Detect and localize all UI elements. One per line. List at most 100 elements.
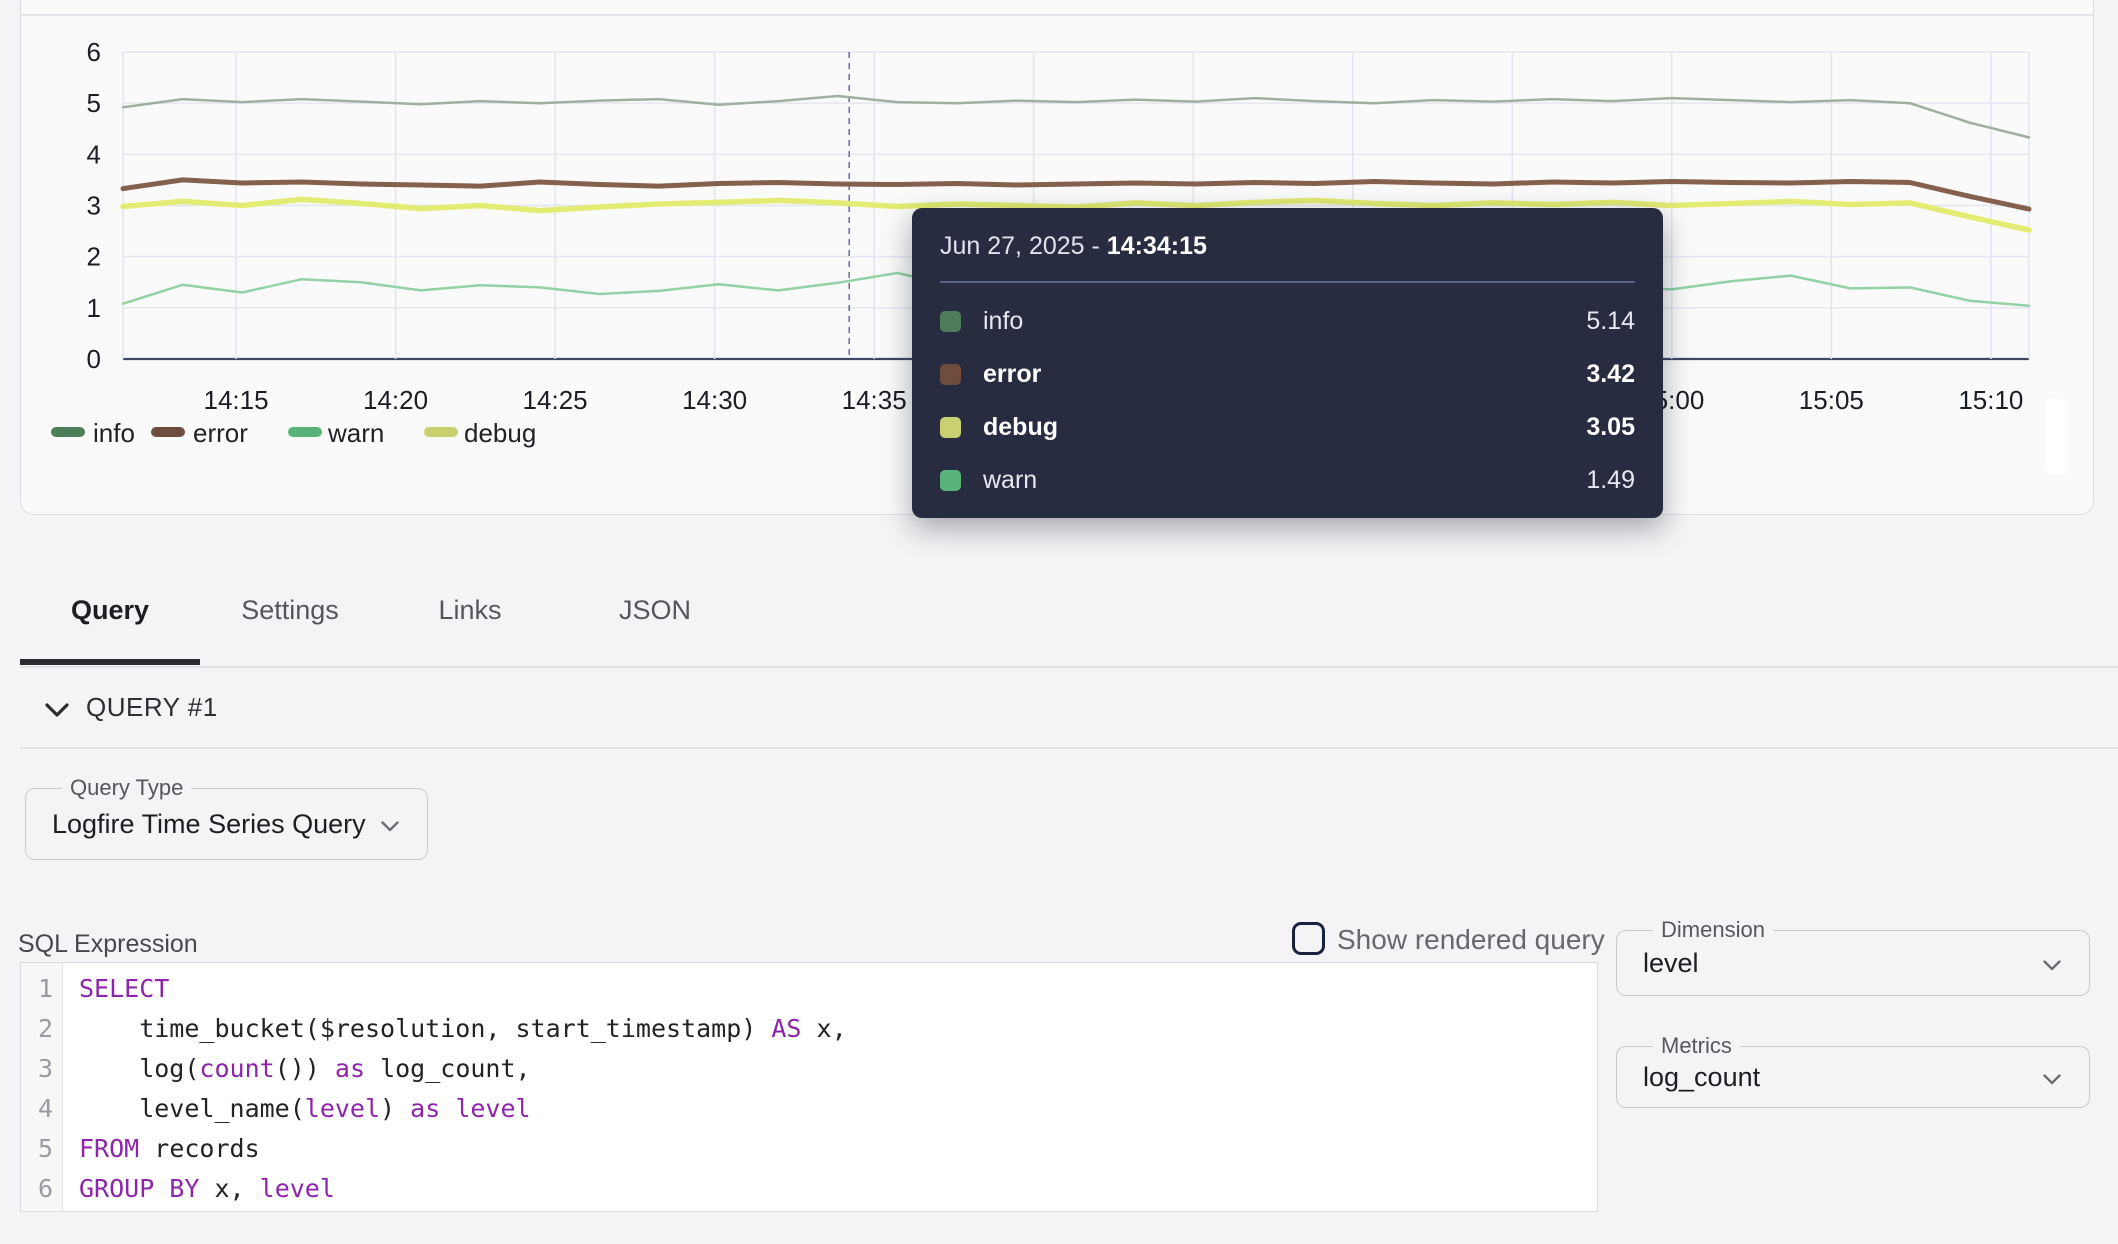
query-section-title: QUERY #1 (86, 692, 218, 723)
show-rendered-query-checkbox[interactable] (1292, 922, 1325, 955)
editor-code: SELECT time_bucket($resolution, start_ti… (63, 963, 1597, 1211)
legend-item-info[interactable]: info (51, 418, 135, 448)
tooltip-series-value: 3.42 (1586, 360, 1635, 389)
code-line: GROUP BY x, level (79, 1169, 1597, 1209)
sql-text: x, (801, 1014, 846, 1043)
line-number: 2 (21, 1009, 62, 1049)
tooltip-series-value: 1.49 (1586, 466, 1635, 495)
chevron-down-icon (381, 819, 399, 837)
y-tick-label: 6 (87, 37, 101, 67)
code-line: SELECT (79, 969, 1597, 1009)
sql-keyword: SELECT (79, 974, 169, 1003)
sql-keyword: as (335, 1054, 365, 1083)
code-line: log(count()) as log_count, (79, 1049, 1597, 1089)
chevron-down-icon (2043, 1072, 2061, 1090)
legend-item-debug[interactable]: debug (424, 418, 536, 448)
sql-text: ()) (275, 1054, 335, 1083)
series-swatch-icon (940, 470, 961, 491)
y-tick-label: 1 (87, 293, 101, 323)
sql-text: level_name( (79, 1094, 305, 1123)
metrics-select[interactable]: Metrics log_count (1616, 1046, 2090, 1108)
legend-swatch-icon (51, 427, 85, 437)
sql-code-editor[interactable]: 123456 SELECT time_bucket($resolution, s… (20, 962, 1598, 1212)
chart-tooltip: Jun 27, 2025 - 14:34:15 info5.14error3.4… (912, 208, 1663, 518)
sql-text: log( (79, 1054, 199, 1083)
x-tick-label: 14:30 (682, 385, 747, 415)
x-tick-label: 14:35 (842, 385, 907, 415)
tab-settings[interactable]: Settings (200, 580, 380, 640)
legend-label: error (193, 418, 248, 448)
sql-keyword: as (410, 1094, 440, 1123)
line-number: 6 (21, 1169, 62, 1209)
sql-text (440, 1094, 455, 1123)
editor-line-numbers: 123456 (21, 963, 63, 1211)
sql-keyword: AS (771, 1014, 801, 1043)
legend-swatch-icon (288, 427, 322, 437)
legend-swatch-icon (151, 427, 185, 437)
line-number: 4 (21, 1089, 62, 1129)
sql-keyword: count (199, 1054, 274, 1083)
code-line: FROM records (79, 1129, 1597, 1169)
y-tick-label: 4 (87, 139, 101, 169)
x-tick-label: 15:05 (1799, 385, 1864, 415)
tabs-divider (20, 666, 2118, 668)
tooltip-series-value: 5.14 (1586, 307, 1635, 336)
tab-json[interactable]: JSON (560, 580, 750, 640)
active-tab-underline (20, 659, 200, 665)
legend-item-warn[interactable]: warn (288, 418, 384, 448)
y-tick-label: 5 (87, 88, 101, 118)
show-rendered-query-label[interactable]: Show rendered query (1337, 924, 1605, 956)
sql-keyword: level (260, 1174, 335, 1203)
chevron-down-icon (2043, 958, 2061, 976)
sql-keyword: GROUP BY (79, 1174, 199, 1203)
tooltip-timestamp: Jun 27, 2025 - 14:34:15 (940, 232, 1635, 261)
query-section-collapse-toggle[interactable] (45, 703, 69, 723)
line-number: 3 (21, 1049, 62, 1089)
legend-swatch-icon (424, 427, 458, 437)
tab-links[interactable]: Links (380, 580, 560, 640)
metrics-value: log_count (1643, 1047, 1760, 1107)
query-type-value: Logfire Time Series Query (52, 789, 366, 859)
tooltip-divider (940, 281, 1635, 283)
sql-text: ) (380, 1094, 410, 1123)
tooltip-row-warn: warn1.49 (940, 454, 1635, 507)
x-tick-label: 14:20 (363, 385, 428, 415)
dimension-select[interactable]: Dimension level (1616, 930, 2090, 996)
series-line-info (123, 96, 2029, 137)
dashboard-panel-editor: 012345614:1514:2014:2514:3014:3514:4014:… (0, 0, 2118, 1244)
tooltip-row-debug: debug3.05 (940, 401, 1635, 454)
tooltip-series-name: debug (983, 413, 1586, 442)
tab-query[interactable]: Query (20, 580, 200, 640)
sql-text: records (139, 1134, 259, 1163)
sql-text: log_count, (365, 1054, 531, 1083)
x-tick-label: 15:10 (1958, 385, 2023, 415)
sql-text: x, (199, 1174, 259, 1203)
sql-expression-label: SQL Expression (18, 930, 198, 959)
tooltip-series-name: error (983, 360, 1586, 389)
dimension-value: level (1643, 931, 1699, 995)
tooltip-date: Jun 27, 2025 - (940, 232, 1107, 260)
tooltip-series-name: info (983, 307, 1586, 336)
series-swatch-icon (940, 311, 961, 332)
x-tick-label: 14:15 (203, 385, 268, 415)
chevron-down-icon (45, 703, 69, 718)
legend-label: debug (464, 418, 536, 448)
query-type-select[interactable]: Query Type Logfire Time Series Query (25, 788, 428, 860)
line-number: 1 (21, 969, 62, 1009)
tooltip-rows: info5.14error3.42debug3.05warn1.49 (940, 295, 1635, 507)
x-tick-label: 14:25 (523, 385, 588, 415)
code-line: level_name(level) as level (79, 1089, 1597, 1129)
tooltip-row-info: info5.14 (940, 295, 1635, 348)
y-tick-label: 2 (87, 242, 101, 272)
sql-keyword: FROM (79, 1134, 139, 1163)
legend-label: info (93, 418, 135, 448)
legend-item-error[interactable]: error (151, 418, 248, 448)
sql-keyword: level (305, 1094, 380, 1123)
legend-label: warn (327, 418, 384, 448)
sql-keyword: level (455, 1094, 530, 1123)
sql-text: time_bucket($resolution, start_timestamp… (79, 1014, 771, 1043)
y-tick-label: 3 (87, 191, 101, 221)
scrollbar-thumb[interactable] (2045, 399, 2068, 475)
y-tick-label: 0 (87, 344, 101, 374)
query-section-divider (20, 747, 2118, 749)
